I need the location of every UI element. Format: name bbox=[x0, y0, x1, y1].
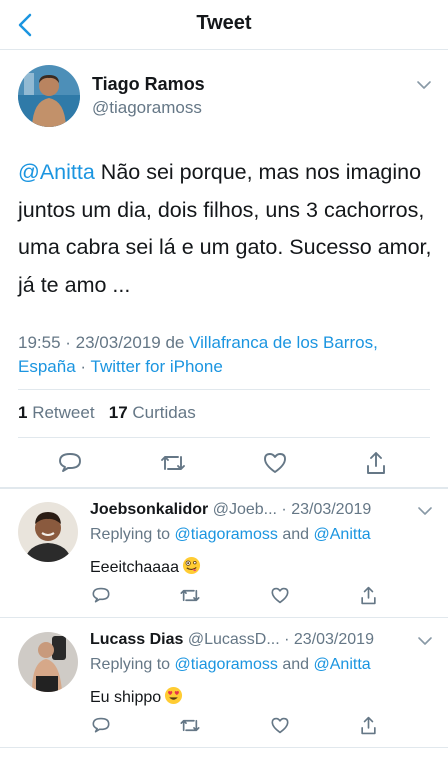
replying-to: Replying to @tiagoramoss and @Anitta bbox=[90, 656, 371, 674]
reply-avatar[interactable] bbox=[18, 502, 78, 562]
section-divider bbox=[0, 487, 448, 489]
replying-label: Replying to bbox=[90, 526, 171, 543]
tweet-stats: 1 Retweet 17 Curtidas bbox=[18, 403, 196, 423]
retweet-icon[interactable] bbox=[178, 716, 202, 735]
zany-face-emoji-icon bbox=[182, 556, 201, 575]
reply-author-name[interactable]: Joebsonkalidor bbox=[90, 501, 208, 518]
replying-and: and bbox=[282, 656, 310, 673]
retweet-count[interactable]: 1 bbox=[18, 403, 27, 422]
mention-link[interactable]: @Anitta bbox=[314, 526, 371, 543]
retweet-icon[interactable] bbox=[158, 451, 188, 475]
like-heart-icon[interactable] bbox=[262, 451, 288, 475]
reply-actions bbox=[0, 714, 448, 738]
like-heart-icon[interactable] bbox=[270, 586, 290, 605]
meta-from: de bbox=[165, 333, 185, 352]
reply-body: Eeeitchaaaa bbox=[90, 559, 179, 576]
author-avatar[interactable] bbox=[18, 65, 80, 127]
likes-count[interactable]: 17 bbox=[109, 403, 128, 422]
author-handle[interactable]: @tiagoramoss bbox=[92, 98, 202, 118]
reply-text: Eu shippo bbox=[90, 686, 183, 707]
reply-icon[interactable] bbox=[91, 586, 111, 605]
heart-eyes-emoji-icon bbox=[165, 686, 183, 705]
tweet-meta: 19:55 · 23/03/2019 de Villafranca de los… bbox=[18, 331, 438, 379]
divider bbox=[0, 747, 448, 748]
reply-author-name[interactable]: Lucass Dias bbox=[90, 631, 183, 648]
divider bbox=[0, 617, 448, 618]
reply-header: Lucass Dias @LucassD... · 23/03/2019 bbox=[90, 631, 374, 649]
client-link[interactable]: Twitter for iPhone bbox=[91, 357, 223, 376]
divider bbox=[18, 437, 430, 438]
chevron-down-icon[interactable] bbox=[416, 80, 432, 90]
author-name[interactable]: Tiago Ramos bbox=[92, 74, 205, 95]
reply-handle-date[interactable]: @LucassD... · 23/03/2019 bbox=[188, 631, 374, 648]
replying-and: and bbox=[282, 526, 310, 543]
divider bbox=[18, 389, 430, 390]
mention-link[interactable]: @tiagoramoss bbox=[175, 526, 278, 543]
replying-label: Replying to bbox=[90, 656, 171, 673]
share-icon[interactable] bbox=[359, 585, 378, 606]
likes-label[interactable]: Curtidas bbox=[132, 403, 195, 422]
reply-handle-date[interactable]: @Joeb... · 23/03/2019 bbox=[213, 501, 372, 518]
reply-actions bbox=[0, 584, 448, 608]
mention-link[interactable]: @Anitta bbox=[314, 656, 371, 673]
meta-dot: · bbox=[80, 357, 87, 376]
retweet-icon[interactable] bbox=[178, 586, 202, 605]
reply-icon[interactable] bbox=[57, 451, 83, 475]
reply-avatar[interactable] bbox=[18, 632, 78, 692]
share-icon[interactable] bbox=[364, 450, 388, 476]
reply-text: Eeeitchaaaa bbox=[90, 556, 201, 577]
reply-icon[interactable] bbox=[91, 716, 111, 735]
chevron-down-icon[interactable] bbox=[417, 636, 433, 646]
reply-header: Joebsonkalidor @Joeb... · 23/03/2019 bbox=[90, 501, 371, 519]
tweet-timestamp[interactable]: 19:55 · 23/03/2019 bbox=[18, 333, 161, 352]
top-bar: Tweet bbox=[0, 0, 448, 50]
like-heart-icon[interactable] bbox=[270, 716, 290, 735]
share-icon[interactable] bbox=[359, 715, 378, 736]
tweet-actions bbox=[0, 449, 448, 477]
page-title: Tweet bbox=[196, 12, 252, 34]
retweet-label[interactable]: Retweet bbox=[32, 403, 94, 422]
reply-body: Eu shippo bbox=[90, 689, 162, 706]
mention-link[interactable]: @tiagoramoss bbox=[175, 656, 278, 673]
mention-link[interactable]: @Anitta bbox=[18, 160, 95, 184]
chevron-down-icon[interactable] bbox=[417, 506, 433, 516]
replying-to: Replying to @tiagoramoss and @Anitta bbox=[90, 526, 371, 544]
tweet-text: @Anitta Não sei porque, mas nos imagino … bbox=[18, 154, 438, 304]
